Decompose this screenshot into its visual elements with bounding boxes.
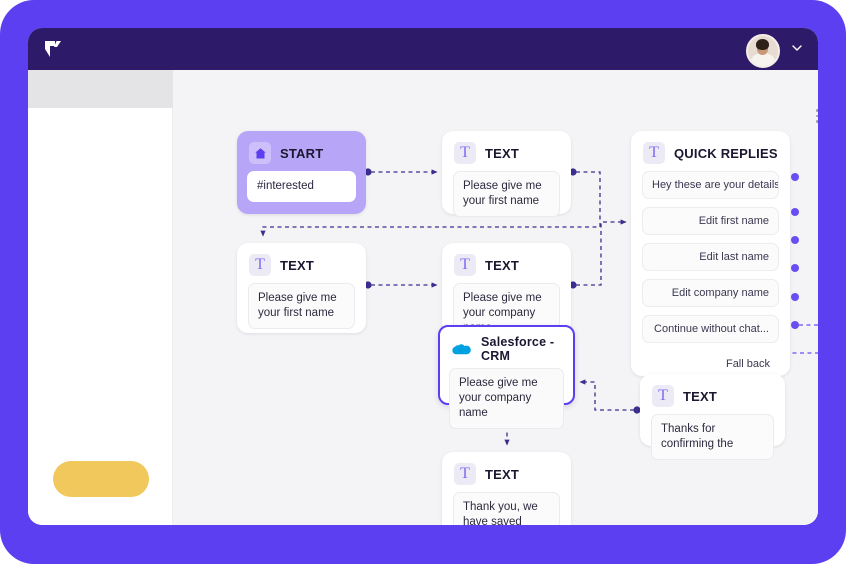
text-icon: T bbox=[454, 463, 476, 485]
app-window: START #interested T TEXT Please give me … bbox=[28, 28, 818, 525]
outer-frame: START #interested T TEXT Please give me … bbox=[0, 0, 846, 564]
node-text-thanks[interactable]: T TEXT Thanks for confirming the bbox=[640, 374, 785, 460]
node-text-1-header: T TEXT bbox=[442, 131, 571, 171]
flow-canvas[interactable]: START #interested T TEXT Please give me … bbox=[173, 70, 818, 525]
node-text-saved-field[interactable]: Thank you, we have saved your.... bbox=[453, 492, 560, 525]
avatar-body bbox=[751, 53, 775, 66]
node-salesforce-field[interactable]: Please give me your company name bbox=[449, 368, 564, 429]
node-start[interactable]: START #interested bbox=[237, 131, 366, 214]
wire-text3-to-quickreplies bbox=[576, 219, 627, 286]
node-text-thanks-header: T TEXT bbox=[640, 374, 785, 414]
node-salesforce-crm[interactable]: Salesforce - CRM Please give me your com… bbox=[438, 325, 575, 429]
node-start-field[interactable]: #interested bbox=[247, 171, 356, 202]
port-option-0 bbox=[791, 173, 799, 181]
quick-reply-option-2[interactable]: Edit last name bbox=[642, 243, 779, 271]
text-icon: T bbox=[249, 254, 271, 276]
node-text-saved-title: TEXT bbox=[485, 466, 520, 482]
port-option-4 bbox=[791, 293, 799, 301]
node-text-first-name-2[interactable]: T TEXT Please give me your first name bbox=[237, 243, 366, 333]
node-text-saved-header: T TEXT bbox=[442, 452, 571, 492]
node-start-title: START bbox=[280, 145, 324, 161]
salesforce-cloud-icon bbox=[450, 338, 472, 360]
sidebar bbox=[28, 70, 173, 525]
avatar-hair bbox=[756, 39, 769, 50]
node-quick-replies-title: QUICK REPLIES bbox=[674, 145, 778, 161]
text-icon: T bbox=[652, 385, 674, 407]
node-salesforce-header: Salesforce - CRM bbox=[440, 327, 573, 368]
port-option-2 bbox=[791, 236, 799, 244]
quick-reply-option-4[interactable]: Continue without chat... bbox=[642, 315, 779, 343]
node-text-thanks-title: TEXT bbox=[683, 388, 718, 404]
text-icon: T bbox=[643, 142, 665, 164]
text-icon: T bbox=[454, 142, 476, 164]
node-start-header: START bbox=[237, 131, 366, 171]
quick-reply-option-0[interactable]: Hey these are your details.... bbox=[642, 171, 779, 199]
quick-reply-option-3[interactable]: Edit company name bbox=[642, 279, 779, 307]
text-icon: T bbox=[454, 254, 476, 276]
home-icon bbox=[249, 142, 271, 164]
node-text-3-title: TEXT bbox=[485, 257, 520, 273]
node-text-3-header: T TEXT bbox=[442, 243, 571, 283]
verloop-logo[interactable] bbox=[42, 38, 64, 60]
user-avatar[interactable] bbox=[746, 34, 780, 68]
node-quick-replies-header: T QUICK REPLIES bbox=[631, 131, 790, 171]
sidebar-header-block bbox=[28, 70, 173, 108]
node-text-1-field[interactable]: Please give me your first name bbox=[453, 171, 560, 217]
port-option-1 bbox=[791, 208, 799, 216]
node-salesforce-title: Salesforce - CRM bbox=[481, 335, 555, 363]
sidebar-cta-button[interactable] bbox=[53, 461, 149, 497]
node-text-thanks-field[interactable]: Thanks for confirming the bbox=[651, 414, 774, 460]
chevron-down-icon[interactable] bbox=[792, 45, 802, 51]
node-text-company-name[interactable]: T TEXT Please give me your company name bbox=[442, 243, 571, 344]
node-text-saved[interactable]: T TEXT Thank you, we have saved your.... bbox=[442, 452, 571, 525]
node-quick-replies[interactable]: T QUICK REPLIES Hey these are your detai… bbox=[631, 131, 790, 376]
quick-reply-option-1[interactable]: Edit first name bbox=[642, 207, 779, 235]
wire-thanks-to-salesforce bbox=[579, 379, 634, 411]
port-option-5 bbox=[791, 321, 799, 329]
node-text-2-header: T TEXT bbox=[237, 243, 366, 283]
canvas-options-menu-icon[interactable] bbox=[816, 109, 818, 125]
node-text-2-field[interactable]: Please give me your first name bbox=[248, 283, 355, 329]
node-text-2-title: TEXT bbox=[280, 257, 315, 273]
port-option-3 bbox=[791, 264, 799, 272]
node-text-first-name-1[interactable]: T TEXT Please give me your first name bbox=[442, 131, 571, 217]
node-text-1-title: TEXT bbox=[485, 145, 520, 161]
top-bar bbox=[28, 28, 818, 70]
